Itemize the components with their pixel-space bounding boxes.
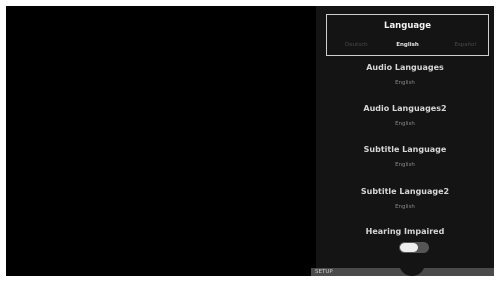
- setting-label: Audio Languages: [366, 63, 444, 72]
- setting-subtitle-language[interactable]: Subtitle Language English: [316, 145, 494, 168]
- tv-screen: Language Deutsch English Español Audio L…: [6, 6, 494, 276]
- language-option-next[interactable]: Español: [454, 42, 476, 48]
- setting-audio-languages[interactable]: Audio Languages English: [316, 63, 494, 86]
- toggle-knob: [400, 243, 418, 252]
- setting-value: English: [395, 204, 415, 210]
- setting-hearing-impaired[interactable]: Hearing Impaired: [316, 227, 494, 236]
- hearing-impaired-toggle[interactable]: [399, 242, 429, 253]
- language-title: Language: [384, 21, 431, 31]
- footer-label: SETUP: [315, 269, 333, 275]
- setting-label: Hearing Impaired: [365, 227, 445, 236]
- setting-label: Audio Languages2: [363, 104, 447, 113]
- setting-subtitle-language2[interactable]: Subtitle Language2 English: [316, 187, 494, 210]
- setting-value: English: [395, 121, 415, 127]
- setting-audio-languages2[interactable]: Audio Languages2 English: [316, 104, 494, 127]
- setting-label: Subtitle Language: [363, 145, 447, 154]
- setting-value: English: [395, 162, 415, 168]
- setup-panel: Language Deutsch English Español Audio L…: [316, 6, 494, 271]
- setting-label: Subtitle Language2: [360, 187, 450, 196]
- language-selector[interactable]: Language Deutsch English Español: [326, 14, 489, 56]
- setting-value: English: [395, 80, 415, 86]
